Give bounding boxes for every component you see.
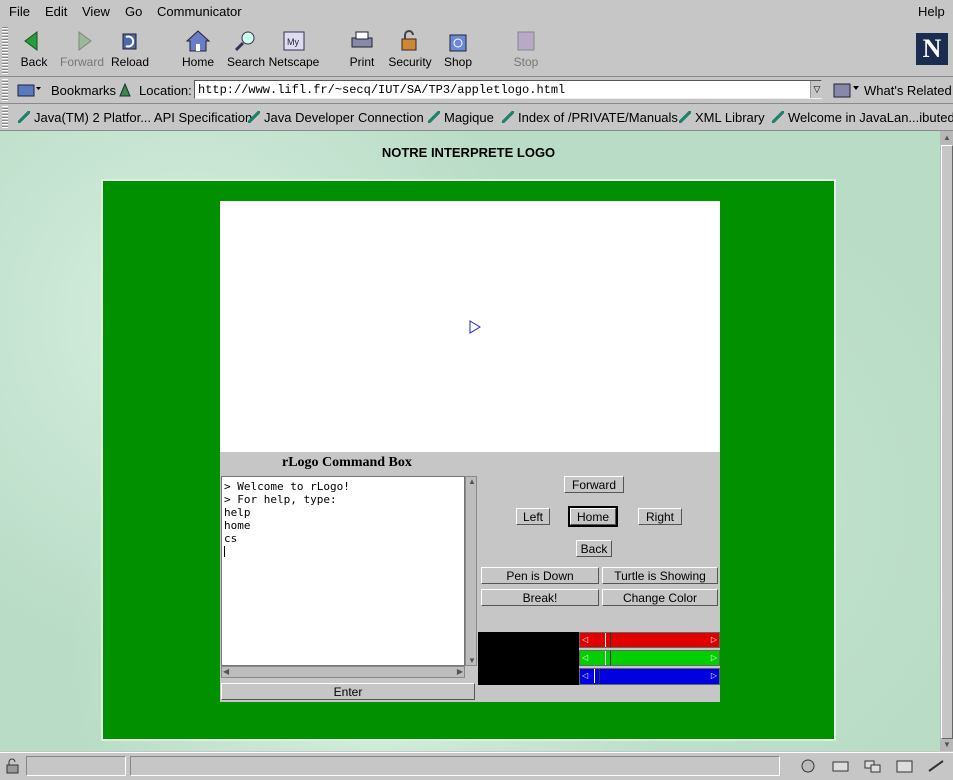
scroll-left-icon[interactable]: ◀ — [223, 667, 229, 676]
slider-right-icon[interactable]: ▷ — [711, 671, 717, 680]
discussions-component-icon[interactable] — [862, 758, 884, 774]
forward-button[interactable]: Forward — [564, 476, 624, 493]
stop-icon — [517, 31, 535, 51]
menu-bar: File Edit View Go Communicator Help — [0, 0, 953, 25]
bookmark-link[interactable]: Java Developer Connection — [248, 110, 424, 125]
back-button[interactable]: Back — [576, 540, 612, 557]
url-input[interactable]: http://www.lifl.fr/~secq/IUT/SA/TP3/appl… — [194, 80, 822, 99]
svg-text:My: My — [287, 37, 299, 47]
lock-icon — [401, 30, 417, 51]
slider-right-icon[interactable]: ▷ — [711, 635, 717, 644]
command-box-title: rLogo Command Box — [282, 455, 412, 470]
home-icon — [185, 30, 211, 52]
menu-communicator[interactable]: Communicator — [157, 4, 242, 19]
turtle-canvas[interactable] — [220, 201, 720, 452]
back-arrow-icon — [24, 31, 38, 51]
my-netscape-icon: My — [283, 31, 305, 51]
print-icon — [351, 31, 373, 48]
page-title: NOTRE INTERPRETE LOGO — [381, 145, 556, 160]
bookmarks-label[interactable]: Bookmarks — [51, 83, 116, 98]
bookmark-pen-icon — [428, 111, 440, 123]
turtle-icon — [469, 320, 481, 334]
menu-go[interactable]: Go — [125, 4, 142, 19]
forward-arrow-icon — [78, 31, 92, 51]
home-button[interactable]: Home — [568, 506, 618, 527]
command-textarea[interactable]: > Welcome to rLogo! > For help, type: he… — [221, 476, 465, 666]
command-vertical-scrollbar[interactable]: ▲ ▼ — [465, 476, 477, 666]
bookmark-link[interactable]: Java(TM) 2 Platfor... API Specification — [18, 110, 252, 125]
reload-icon — [122, 33, 137, 50]
progress-box — [26, 756, 126, 776]
green-slider[interactable]: ◁ ▷ — [579, 650, 720, 666]
stop-button[interactable]: Stop — [498, 26, 554, 74]
red-slider-thumb[interactable] — [605, 633, 612, 647]
scroll-thumb[interactable] — [941, 145, 953, 739]
reload-button[interactable]: Reload — [102, 26, 158, 74]
blue-slider-thumb[interactable] — [594, 669, 600, 683]
pen-toggle-button[interactable]: Pen is Down — [481, 567, 599, 584]
command-horizontal-scrollbar[interactable]: ◀ ▶ — [221, 666, 465, 678]
blue-slider[interactable]: ◁ ▷ — [579, 668, 720, 685]
slider-left-icon[interactable]: ◁ — [582, 653, 588, 662]
page-content: NOTRE INTERPRETE LOGO rLogo Command Box … — [0, 131, 940, 751]
url-dropdown-icon[interactable]: ▽ — [810, 81, 823, 98]
scroll-up-icon[interactable]: ▲ — [468, 477, 476, 486]
scroll-down-icon[interactable]: ▼ — [468, 656, 476, 665]
bookmark-link[interactable]: Magique — [428, 110, 494, 125]
netscape-logo: N — [916, 33, 948, 65]
whats-related-label[interactable]: What's Related — [864, 83, 952, 98]
location-grip[interactable] — [2, 79, 8, 101]
left-button[interactable]: Left — [516, 508, 550, 525]
navigator-component-icon[interactable] — [798, 758, 820, 774]
bookmark-pen-icon — [18, 111, 30, 123]
bookmarks-icon[interactable] — [16, 81, 42, 99]
command-panel: rLogo Command Box > Welcome to rLogo! > … — [220, 452, 720, 702]
whats-related-icon[interactable] — [832, 81, 860, 99]
location-icon[interactable] — [118, 82, 132, 98]
personal-toolbar: Java(TM) 2 Platfor... API Specification … — [0, 104, 953, 131]
text-cursor — [224, 546, 225, 557]
bookmark-link[interactable]: XML Library — [679, 110, 765, 125]
bookmark-pen-icon — [772, 111, 784, 123]
navigation-toolbar: Back Forward Reload Home Search My Netsc… — [0, 24, 953, 77]
status-text — [130, 756, 780, 776]
turtle-toggle-button[interactable]: Turtle is Showing — [602, 567, 718, 584]
bookmark-pen-icon — [679, 111, 691, 123]
green-slider-thumb[interactable] — [605, 651, 612, 665]
page-vertical-scrollbar[interactable]: ▲ ▼ — [940, 131, 953, 751]
scroll-right-icon[interactable]: ▶ — [457, 667, 463, 676]
address-book-component-icon[interactable] — [894, 758, 916, 774]
bookmark-link[interactable]: Index of /PRIVATE/Manuals — [502, 110, 678, 125]
red-slider[interactable]: ◁ ▷ — [579, 632, 720, 648]
location-label: Location: — [139, 83, 192, 98]
personal-toolbar-grip[interactable] — [2, 106, 8, 128]
security-status-icon[interactable] — [4, 758, 22, 774]
slider-right-icon[interactable]: ▷ — [711, 653, 717, 662]
scroll-up-icon[interactable]: ▲ — [943, 133, 951, 142]
bookmark-pen-icon — [248, 111, 260, 123]
mail-component-icon[interactable] — [830, 758, 852, 774]
netscape-button[interactable]: My Netscape — [266, 26, 322, 74]
bookmark-pen-icon — [502, 111, 514, 123]
scroll-down-icon[interactable]: ▼ — [943, 740, 951, 749]
shop-bag-icon — [449, 34, 467, 52]
enter-button[interactable]: Enter — [221, 683, 475, 700]
menu-view[interactable]: View — [82, 4, 110, 19]
right-button[interactable]: Right — [638, 508, 682, 525]
shop-button[interactable]: Shop — [430, 26, 486, 74]
bookmark-link[interactable]: Welcome in JavaLan...ibuted — [772, 110, 953, 125]
slider-left-icon[interactable]: ◁ — [582, 635, 588, 644]
break-button[interactable]: Break! — [481, 589, 599, 606]
menu-help[interactable]: Help — [918, 4, 945, 19]
search-icon — [234, 31, 255, 52]
menu-edit[interactable]: Edit — [45, 4, 67, 19]
change-color-button[interactable]: Change Color — [602, 589, 718, 606]
logo-applet: rLogo Command Box > Welcome to rLogo! > … — [101, 179, 836, 741]
menu-file[interactable]: File — [9, 4, 30, 19]
slider-left-icon[interactable]: ◁ — [582, 671, 588, 680]
color-preview-swatch — [478, 632, 579, 685]
composer-component-icon[interactable] — [926, 758, 948, 774]
status-bar — [0, 752, 953, 780]
location-bar: Bookmarks Location: http://www.lifl.fr/~… — [0, 77, 953, 104]
